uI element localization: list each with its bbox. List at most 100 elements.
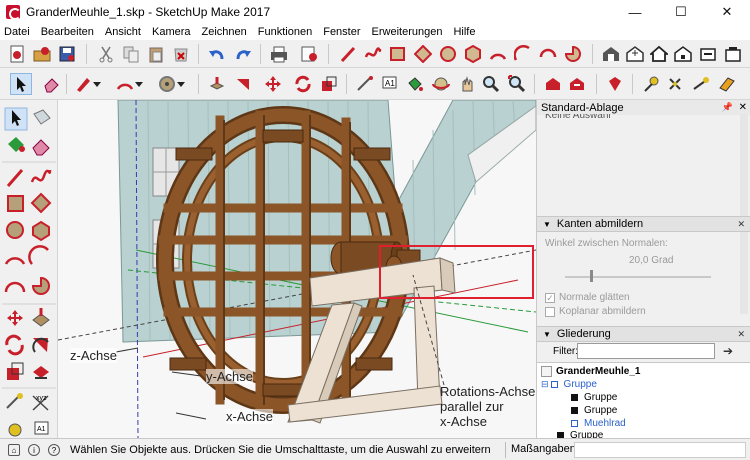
help-icon[interactable]: ?: [48, 443, 60, 456]
rectangle-tool-icon[interactable]: [387, 43, 409, 65]
outliner-item-2[interactable]: Gruppe: [571, 392, 617, 403]
menu-zeichnen[interactable]: Zeichnen: [202, 26, 247, 38]
offset-icon[interactable]: [232, 73, 254, 95]
smooth-normals-checkbox[interactable]: ✓: [545, 292, 555, 303]
menu-erweiterungen[interactable]: Erweiterungen: [372, 26, 443, 38]
polygon-tool-icon[interactable]: [462, 43, 484, 65]
credits-icon[interactable]: i: [28, 443, 40, 456]
copy-icon[interactable]: [120, 43, 142, 65]
eraser-tool-icon[interactable]: [40, 73, 62, 95]
new-file-icon[interactable]: [6, 43, 28, 65]
model-viewport[interactable]: z-Achse y-Achse x-Achse Rotations-Achse …: [58, 100, 536, 438]
extension-manager-icon[interactable]: [722, 43, 744, 65]
tray-close-icon[interactable]: ✕: [739, 102, 747, 113]
shapes-group-icon[interactable]: [156, 73, 178, 95]
outliner-item-4[interactable]: Muehlrad: [571, 418, 626, 429]
outliner-item-3[interactable]: Gruppe: [571, 405, 617, 416]
scale-tool-icon[interactable]: [318, 73, 340, 95]
menu-datei[interactable]: Datei: [4, 26, 30, 38]
two-point-arc-icon[interactable]: [512, 43, 534, 65]
ruby-console-icon[interactable]: [604, 73, 626, 95]
menu-funktionen[interactable]: Funktionen: [258, 26, 312, 38]
pie-tool-icon[interactable]: [562, 43, 584, 65]
soften-edges-header[interactable]: ▼ Kanten abmildern ✕: [537, 216, 750, 232]
three-point-arc-icon[interactable]: [537, 43, 559, 65]
filter-input[interactable]: [577, 343, 715, 359]
pencil-tool-icon[interactable]: [72, 73, 94, 95]
shapes-dropdown-icon[interactable]: [176, 73, 186, 95]
3d-warehouse-icon[interactable]: [542, 73, 564, 95]
default-tray: Standard-Ablage 📌 ✕ Keine Auswahl ▼ Kant…: [536, 100, 750, 441]
angle-slider-track[interactable]: [565, 276, 711, 278]
rotate-tool-icon[interactable]: [292, 73, 314, 95]
menu-bar: Datei Bearbeiten Ansicht Kamera Zeichnen…: [0, 24, 750, 40]
menu-fenster[interactable]: Fenster: [323, 26, 360, 38]
rotation-axis-line-2: parallel zur: [440, 399, 504, 414]
orbit-icon[interactable]: [430, 73, 452, 95]
panel-close-icon[interactable]: ✕: [737, 219, 745, 230]
measurements-input[interactable]: [574, 442, 746, 458]
redo-icon[interactable]: [232, 43, 254, 65]
menu-ansicht[interactable]: Ansicht: [105, 26, 141, 38]
geo-location-icon[interactable]: ⌂: [8, 443, 20, 456]
print-icon[interactable]: [268, 43, 290, 65]
erase-icon[interactable]: [170, 43, 192, 65]
maximize-button[interactable]: ☐: [658, 0, 704, 24]
outliner-item-1[interactable]: ⊟ Gruppe: [541, 379, 597, 390]
outliner-close-icon[interactable]: ✕: [737, 329, 745, 340]
paint-bucket-icon[interactable]: [404, 73, 426, 95]
look-around-icon[interactable]: [690, 73, 712, 95]
arc-tool-icon[interactable]: [487, 43, 509, 65]
pin-icon[interactable]: 📌: [722, 102, 733, 113]
push-pull-icon[interactable]: [206, 73, 228, 95]
tape-measure-icon[interactable]: [354, 73, 376, 95]
select-tool-icon[interactable]: [10, 73, 32, 95]
outliner-root[interactable]: GranderMeuhle_1: [541, 366, 640, 377]
smooth-normals-row[interactable]: ✓ Normale glätten: [545, 292, 630, 303]
soften-coplanar-checkbox[interactable]: [545, 306, 555, 317]
circle-tool-icon[interactable]: [437, 43, 459, 65]
menu-kamera[interactable]: Kamera: [152, 26, 191, 38]
pan-icon[interactable]: [456, 73, 478, 95]
sketchup-app-icon: [6, 5, 21, 20]
status-bar: ⌂ i ? Wählen Sie Objekte aus. Drücken Si…: [0, 438, 750, 460]
outliner-header[interactable]: ▼ Gliederung ✕: [537, 326, 750, 342]
freehand-tool-icon[interactable]: [362, 43, 384, 65]
components-share-icon[interactable]: [697, 43, 719, 65]
cut-icon[interactable]: [95, 43, 117, 65]
open-file-icon[interactable]: [31, 43, 53, 65]
arc-dropdown-icon[interactable]: [134, 73, 144, 95]
pencil-dropdown-icon[interactable]: [92, 73, 102, 95]
undo-icon[interactable]: [206, 43, 228, 65]
zoom-icon[interactable]: [480, 73, 502, 95]
angle-slider-thumb[interactable]: [589, 270, 593, 282]
angle-value: 20,0 Grad: [629, 255, 674, 266]
home-icon[interactable]: [648, 43, 670, 65]
menu-bearbeiten[interactable]: Bearbeiten: [41, 26, 94, 38]
warehouse-icon[interactable]: [600, 43, 622, 65]
close-button[interactable]: ✕: [704, 0, 750, 24]
walk-icon[interactable]: [664, 73, 686, 95]
menu-hilfe[interactable]: Hilfe: [453, 26, 475, 38]
paste-icon[interactable]: [145, 43, 167, 65]
move-tool-icon[interactable]: [262, 73, 284, 95]
outliner-options-icon[interactable]: ➔: [723, 344, 733, 358]
outliner-item-label: Muehlrad: [584, 418, 626, 429]
minimize-button[interactable]: —: [612, 0, 658, 24]
extension-warehouse-icon[interactable]: [672, 43, 694, 65]
rotated-rectangle-tool-icon[interactable]: [412, 43, 434, 65]
expand-toggle-icon[interactable]: ⊟: [541, 379, 549, 390]
tray-scrollbar[interactable]: [740, 114, 748, 314]
share-model-icon[interactable]: [624, 43, 646, 65]
soften-coplanar-row[interactable]: Koplanar abmildern: [545, 306, 646, 317]
zoom-extents-icon[interactable]: [506, 73, 528, 95]
position-camera-icon[interactable]: [640, 73, 662, 95]
arc-group-icon[interactable]: [114, 73, 136, 95]
share-component-icon[interactable]: [566, 73, 588, 95]
section-plane-icon[interactable]: [716, 73, 738, 95]
text-tool-icon[interactable]: A1: [378, 73, 400, 95]
svg-text:xyz: xyz: [36, 395, 47, 402]
save-file-icon[interactable]: [56, 43, 78, 65]
line-tool-icon[interactable]: [337, 43, 359, 65]
model-info-icon[interactable]: [298, 43, 320, 65]
